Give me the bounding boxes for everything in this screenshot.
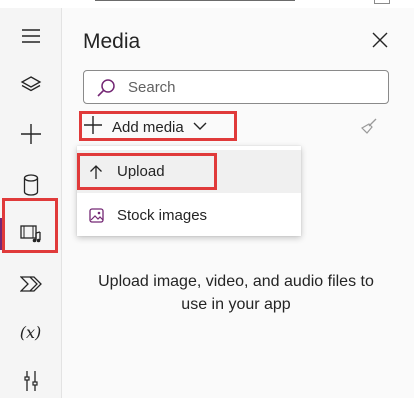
top-tab-stub bbox=[374, 0, 390, 4]
close-icon bbox=[372, 32, 388, 53]
rail-hamburger-button[interactable] bbox=[0, 16, 61, 56]
layers-icon bbox=[20, 75, 42, 95]
tools-icon bbox=[22, 369, 40, 393]
search-input[interactable]: Search bbox=[128, 79, 176, 96]
rail-power-automate-button[interactable] bbox=[0, 264, 61, 304]
power-automate-icon bbox=[19, 275, 42, 293]
rail-insert-button[interactable] bbox=[0, 114, 61, 154]
highlight-add-media bbox=[79, 111, 237, 141]
panel-title: Media bbox=[83, 30, 141, 53]
highlight-media-rail bbox=[2, 198, 58, 253]
image-icon bbox=[89, 208, 104, 228]
brush-icon bbox=[360, 118, 378, 140]
top-divider bbox=[95, 0, 295, 1]
empty-state-message: Upload image, video, and audio files to … bbox=[98, 273, 374, 313]
search-box[interactable]: Search bbox=[83, 70, 389, 104]
plus-icon bbox=[20, 123, 42, 145]
variables-icon: (x) bbox=[19, 322, 42, 342]
top-strip bbox=[0, 0, 414, 8]
database-icon bbox=[23, 174, 39, 196]
rail-tools-button[interactable] bbox=[0, 361, 61, 401]
rail-tree-view-button[interactable] bbox=[0, 65, 61, 105]
media-panel: Media Search Add media Upload Stock imag… bbox=[62, 8, 414, 398]
rail-variables-button[interactable]: (x) bbox=[0, 312, 61, 352]
close-button[interactable] bbox=[368, 30, 392, 54]
menu-item-stock-images-label: Stock images bbox=[117, 207, 208, 224]
clear-button[interactable] bbox=[360, 118, 378, 141]
highlight-upload bbox=[77, 153, 217, 190]
menu-item-stock-images[interactable]: Stock images bbox=[77, 194, 301, 237]
search-icon bbox=[96, 78, 116, 103]
hamburger-icon bbox=[21, 29, 41, 43]
